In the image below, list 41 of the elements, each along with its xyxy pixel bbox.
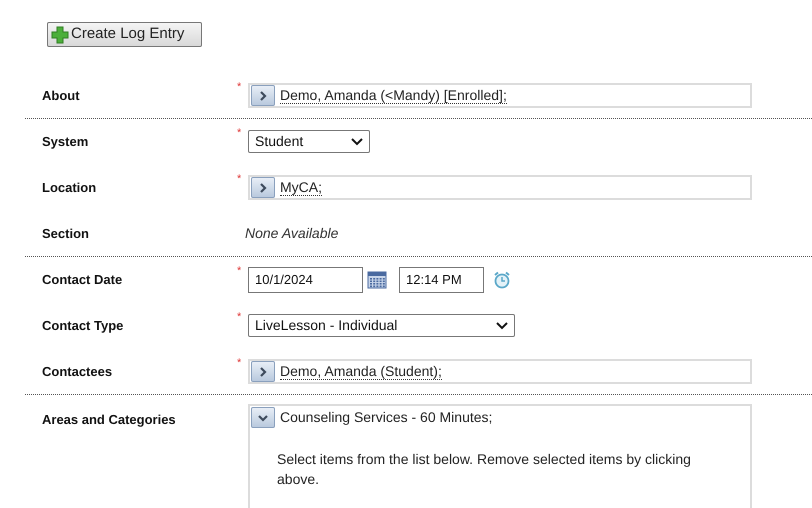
required-asterisk: *	[237, 358, 242, 369]
create-log-entry-button[interactable]: Create Log Entry	[47, 22, 202, 47]
chevron-down-icon	[496, 322, 508, 330]
picker-field[interactable]: Demo, Amanda (Student);	[248, 359, 752, 384]
picker-value[interactable]: MyCA;	[280, 179, 322, 196]
field-label: System	[41, 132, 90, 151]
field-label: Section	[41, 224, 90, 243]
field-label: About	[41, 86, 81, 105]
field-label: Contactees	[41, 362, 114, 381]
dropdown-select[interactable]: Student	[248, 130, 370, 153]
field-label: Location	[41, 178, 98, 197]
picker-field[interactable]: Demo, Amanda (<Mandy) [Enrolled];	[248, 83, 752, 108]
required-asterisk: *	[237, 312, 242, 323]
chevron-down-icon	[351, 138, 363, 146]
chevron-right-icon	[258, 182, 268, 192]
field-label: Contact Type	[41, 316, 124, 335]
picker-field[interactable]: MyCA;	[248, 175, 752, 200]
chevron-down-icon	[258, 412, 268, 422]
plus-icon	[51, 26, 69, 44]
chevron-right-icon	[258, 366, 268, 376]
selected-area-item[interactable]: Counseling Services - 60 Minutes;	[280, 407, 492, 428]
instruction-text: Select items from the list below. Remove selected items by clicking above.	[277, 450, 692, 489]
date-field[interactable]: 10/1/2024	[248, 266, 363, 292]
field-label: Contact Date	[41, 270, 124, 289]
expand-button[interactable]	[251, 177, 275, 198]
alarm-clock-icon[interactable]	[493, 270, 511, 288]
collapse-button[interactable]	[251, 407, 275, 428]
required-asterisk: *	[237, 128, 242, 139]
required-asterisk: *	[237, 174, 242, 185]
field-label: Areas and Categories	[41, 411, 177, 429]
picker-value[interactable]: Demo, Amanda (<Mandy) [Enrolled];	[280, 87, 507, 104]
time-field[interactable]: 12:14 PM	[399, 266, 484, 292]
dropdown-select[interactable]: LiveLesson - Individual	[248, 314, 515, 337]
required-asterisk: *	[237, 266, 242, 277]
expand-button[interactable]	[251, 361, 275, 382]
expand-button[interactable]	[251, 85, 275, 106]
required-asterisk: *	[237, 82, 242, 93]
chevron-right-icon	[258, 90, 268, 100]
none-available-text: None Available	[245, 224, 338, 243]
calendar-icon[interactable]	[367, 270, 387, 288]
picker-value[interactable]: Demo, Amanda (Student);	[280, 363, 442, 380]
